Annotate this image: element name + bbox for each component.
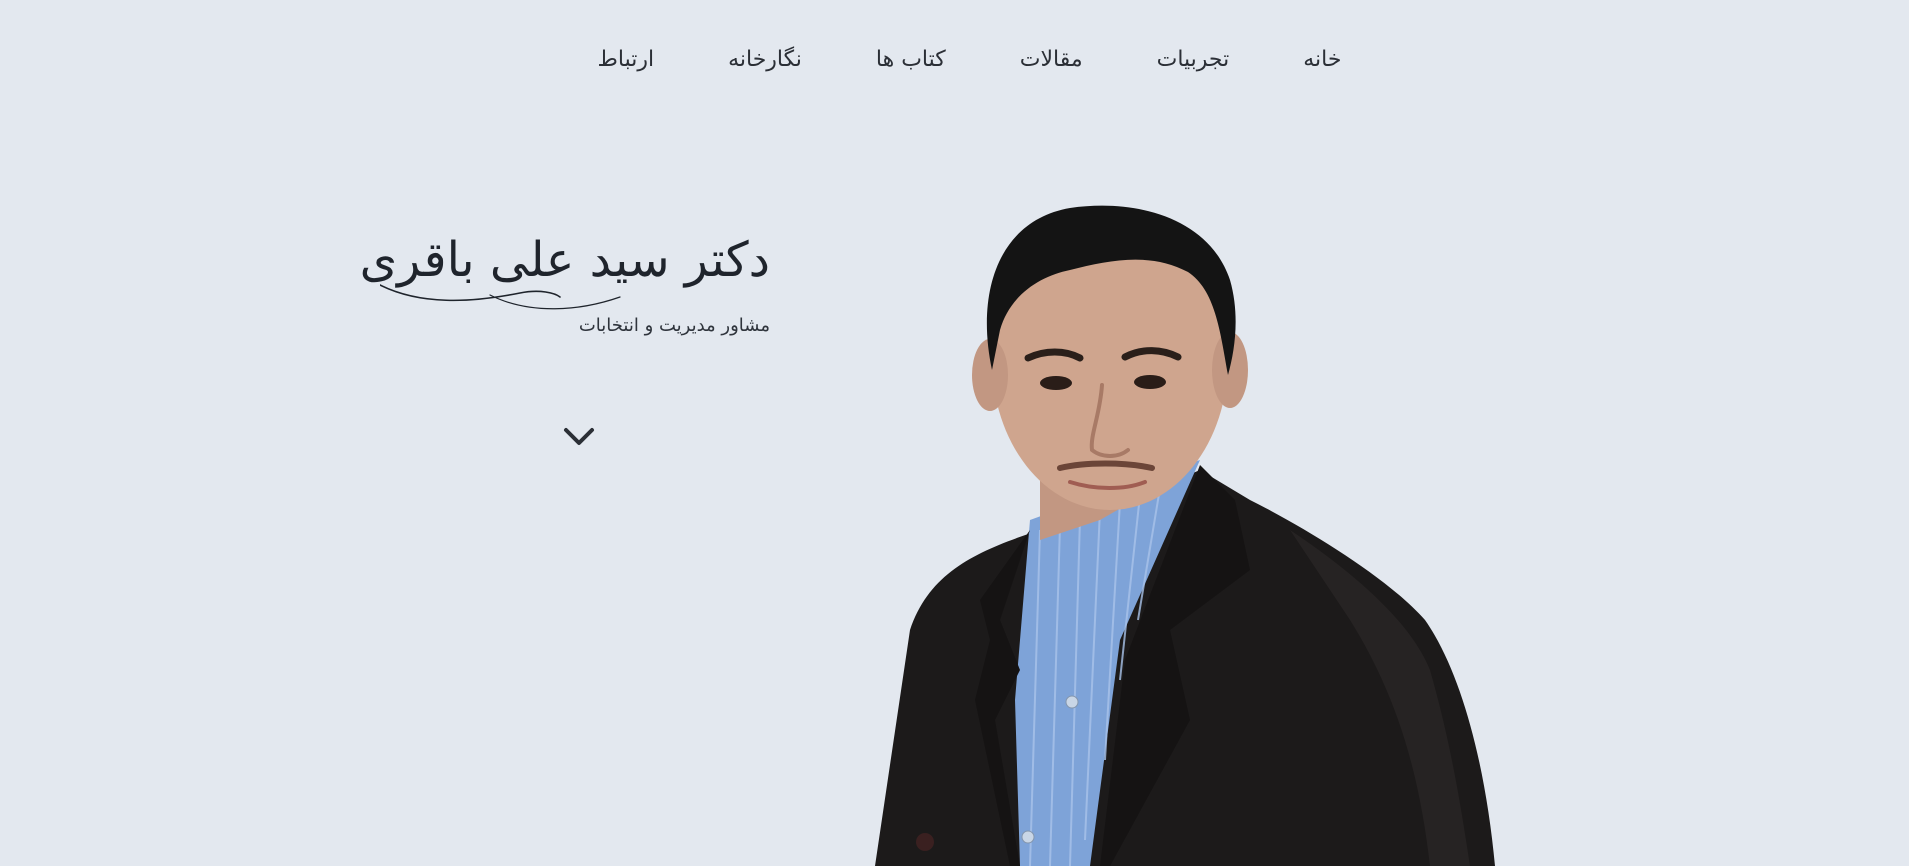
calligraphy-swash-decoration bbox=[380, 284, 621, 310]
hero-section: دکتر سید علی باقری مشاور مدیریت و انتخاب… bbox=[250, 225, 771, 339]
nav-item-contact[interactable]: ارتباط bbox=[598, 30, 655, 90]
portrait-photo bbox=[875, 205, 1495, 866]
main-navigation: خانه تجربیات مقالات کتاب ها نگارخانه ارت… bbox=[0, 30, 1909, 90]
nav-item-experiences[interactable]: تجربیات bbox=[1157, 30, 1230, 90]
nav-item-home[interactable]: خانه bbox=[1303, 30, 1341, 90]
nav-item-books[interactable]: کتاب ها bbox=[876, 30, 946, 90]
nav-item-gallery[interactable]: نگارخانه bbox=[728, 30, 802, 90]
chevron-down-icon[interactable] bbox=[562, 424, 596, 450]
nav-item-articles[interactable]: مقالات bbox=[1020, 30, 1083, 90]
